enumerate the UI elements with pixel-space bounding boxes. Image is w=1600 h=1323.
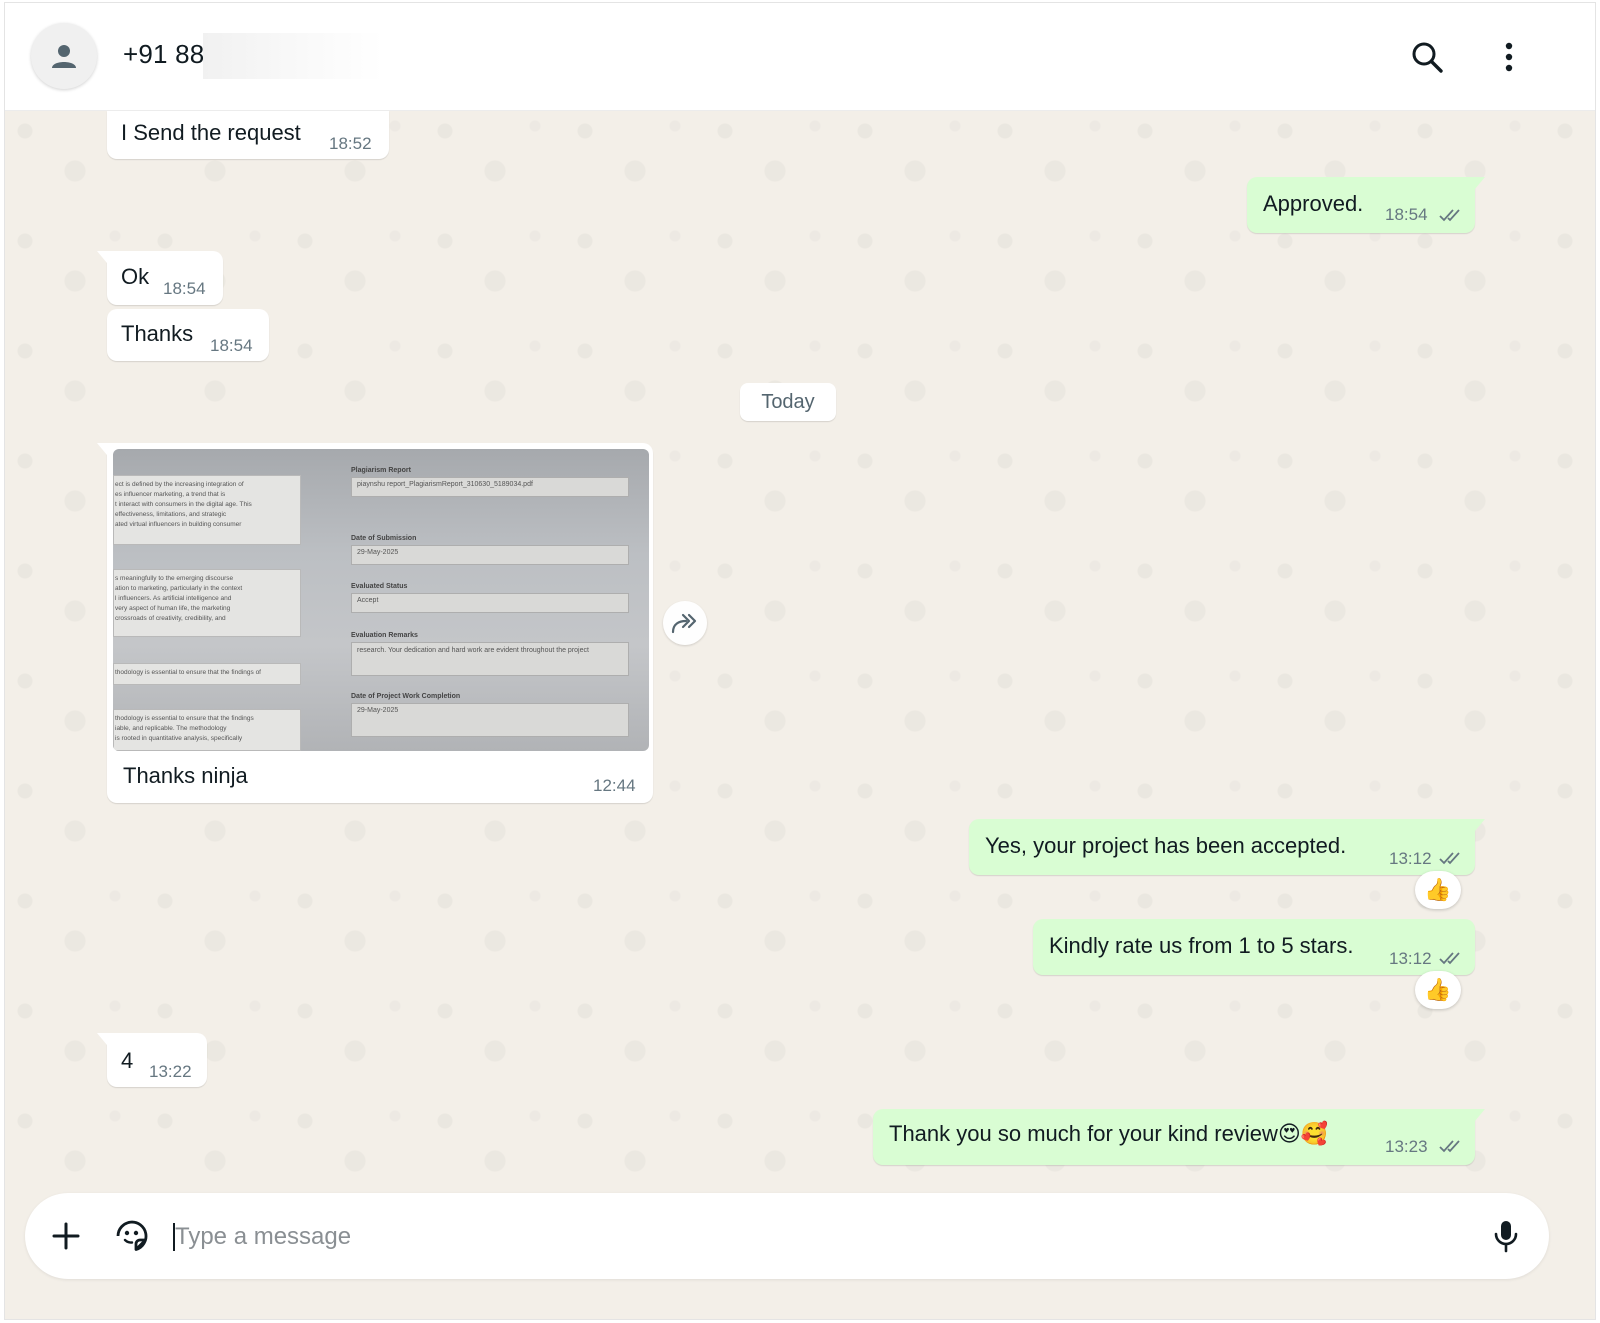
message-composer <box>25 1193 1549 1279</box>
message-text: Kindly rate us from 1 to 5 stars. <box>1049 933 1354 958</box>
message-text: I Send the request <box>121 120 301 145</box>
message-list[interactable]: I Send the request 18:52 Approved. 18:54… <box>5 111 1595 1201</box>
message-text: Yes, your project has been accepted. <box>985 833 1347 858</box>
photo-text-line: very aspect of human life, the marketing <box>115 605 231 612</box>
incoming-message[interactable]: I Send the request 18:52 <box>107 111 389 159</box>
read-receipt-icon <box>1439 1140 1460 1153</box>
message-text: 4 <box>121 1048 134 1073</box>
image-caption: Thanks ninja <box>123 763 248 788</box>
outgoing-message[interactable]: Kindly rate us from 1 to 5 stars. 13:12 <box>1033 919 1475 975</box>
message-time: 13:12 <box>1389 849 1432 868</box>
photo-label: Plagiarism Report <box>351 467 411 474</box>
photo-field: Accept <box>351 593 629 613</box>
reaction-badge[interactable]: 👍 <box>1415 971 1461 1009</box>
outgoing-message[interactable]: Approved. 18:54 <box>1247 177 1485 233</box>
day-separator: Today <box>740 383 836 421</box>
read-receipt-icon <box>1439 852 1460 865</box>
sticker-icon <box>116 1220 148 1251</box>
photo-field: 29-May-2025 <box>351 545 629 565</box>
sticker-button[interactable] <box>111 1215 153 1257</box>
message-time: 18:54 <box>1385 205 1428 224</box>
whatsapp-window: +91 88 I Send the request 18:52 Approved… <box>4 2 1596 1320</box>
thumbs-up-icon: 👍 <box>1424 977 1452 1002</box>
person-icon <box>52 45 76 68</box>
message-time: 18:52 <box>329 134 372 153</box>
text-caret <box>173 1223 175 1251</box>
reaction-badge[interactable]: 👍 <box>1415 871 1461 909</box>
message-time: 13:12 <box>1389 949 1432 968</box>
photo-text-line: effectiveness, limitations, and strategi… <box>115 511 227 518</box>
photo-label: Date of Submission <box>351 535 417 542</box>
incoming-message[interactable]: Thanks 18:54 <box>107 309 269 361</box>
forward-button[interactable] <box>663 601 707 645</box>
photo-text-line: crossroads of creativity, credibility, a… <box>115 615 226 622</box>
message-time: 18:54 <box>163 279 206 298</box>
photo-field: piaynshu report_PlagiarismReport_310630_… <box>351 477 629 497</box>
incoming-message[interactable]: Ok 18:54 <box>97 251 223 305</box>
outgoing-message[interactable]: Thank you so much for your kind review😍🥰… <box>873 1109 1485 1165</box>
message-text: Thanks <box>121 321 194 346</box>
photo-text-line: l influencers. As artificial intelligenc… <box>115 595 232 602</box>
message-text: Thank you so much for your kind review😍🥰 <box>889 1121 1329 1146</box>
photo-text-line: is rooted in quantitative analysis, spec… <box>115 735 243 742</box>
menu-button[interactable] <box>1489 37 1529 77</box>
photo-field: 29-May-2025 <box>351 703 629 737</box>
more-vertical-icon <box>1505 42 1513 72</box>
microphone-icon <box>1494 1221 1518 1253</box>
read-receipt-icon <box>1439 952 1460 965</box>
photo-field: research. Your dedication and hard work … <box>351 642 629 676</box>
search-button[interactable] <box>1407 37 1447 77</box>
photo-label: Date of Project Work Completion <box>351 693 461 700</box>
incoming-image-message[interactable]: Plagiarism Report piaynshu report_Plagia… <box>97 443 653 803</box>
message-time: 13:22 <box>149 1062 192 1081</box>
message-time: 13:23 <box>1385 1137 1428 1156</box>
photo-text-line: ated virtual influencers in building con… <box>115 521 242 528</box>
contact-name[interactable]: +91 88 <box>123 39 204 70</box>
attach-button[interactable] <box>45 1215 87 1257</box>
read-receipt-icon <box>1439 209 1460 222</box>
message-input[interactable] <box>173 1213 1467 1261</box>
message-text: Approved. <box>1263 191 1364 216</box>
photo-text-line: t interact with consumers in the digital… <box>115 501 252 508</box>
chat-header: +91 88 <box>5 3 1595 111</box>
contact-avatar[interactable] <box>31 23 97 89</box>
attached-photo[interactable]: Plagiarism Report piaynshu report_Plagia… <box>113 449 649 751</box>
plus-icon <box>52 1222 80 1250</box>
photo-label: Evaluated Status <box>351 583 408 590</box>
message-time: 18:54 <box>210 336 253 355</box>
photo-text-line: thodology is essential to ensure that th… <box>115 715 254 722</box>
redacted-number-blur <box>203 33 383 79</box>
photo-text-line: thodology is essential to ensure that th… <box>115 669 261 676</box>
photo-text-line: s meaningfully to the emerging discourse <box>115 575 234 582</box>
photo-text-line: iable, and replicable. The methodology <box>115 725 227 732</box>
outgoing-message[interactable]: Yes, your project has been accepted. 13:… <box>969 819 1485 875</box>
photo-text-line: ect is defined by the increasing integra… <box>115 481 244 488</box>
photo-label: Evaluation Remarks <box>351 632 418 639</box>
message-text: Ok <box>121 264 150 289</box>
voice-message-button[interactable] <box>1485 1215 1527 1257</box>
thumbs-up-icon: 👍 <box>1424 877 1452 902</box>
forward-icon <box>671 613 697 634</box>
message-time: 12:44 <box>593 776 636 795</box>
incoming-message[interactable]: 4 13:22 <box>97 1033 207 1087</box>
search-icon <box>1412 42 1443 73</box>
photo-text-line: ation to marketing, particularly in the … <box>115 585 243 592</box>
photo-text-line: es influencer marketing, a trend that is <box>115 491 226 498</box>
